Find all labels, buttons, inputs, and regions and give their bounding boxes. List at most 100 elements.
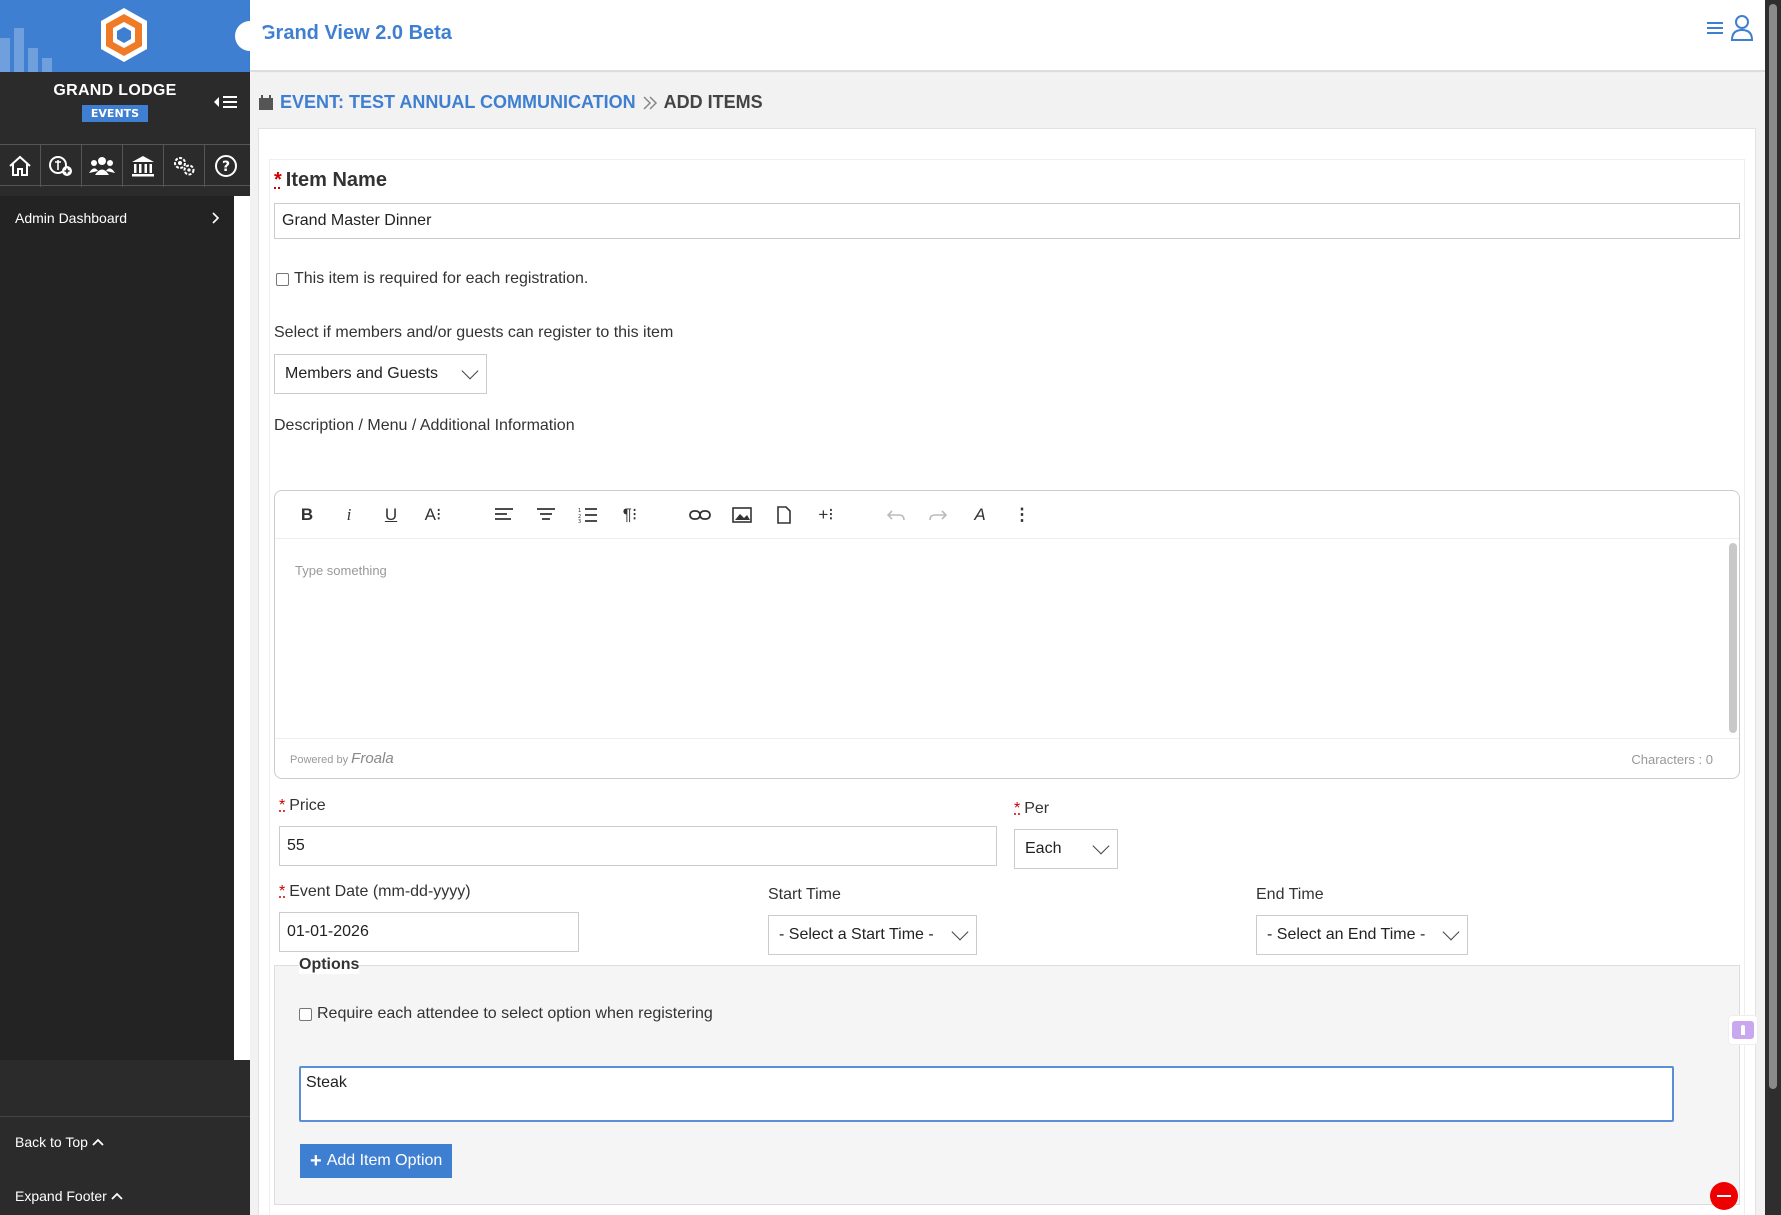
org-brand: GRAND LODGE EVENTS: [0, 72, 230, 144]
nav-help[interactable]: ?: [205, 145, 246, 187]
insert-more-icon[interactable]: +⁝: [814, 503, 838, 527]
nav-members[interactable]: [82, 145, 123, 187]
end-time-label: End Time: [1256, 886, 1324, 903]
audience-label: Select if members and/or guests can regi…: [274, 324, 674, 341]
bold-icon[interactable]: B: [295, 503, 319, 527]
svg-text:3: 3: [578, 519, 581, 523]
chevron-down-icon: [951, 923, 969, 941]
powered-by-text: Powered by: [290, 754, 349, 766]
plus-icon: +: [310, 1149, 322, 1172]
item-name-label-text: Item Name: [285, 169, 387, 191]
sidebar-footer: [0, 1116, 250, 1117]
required-marker: *: [274, 169, 282, 191]
start-time-select-value: - Select a Start Time -: [779, 926, 934, 943]
required-marker: *: [279, 797, 286, 814]
powered-by: Powered by Froala: [290, 750, 394, 767]
hamburger-menu-icon[interactable]: [1707, 21, 1723, 35]
item-name-input[interactable]: Grand Master Dinner: [274, 203, 1740, 239]
app-logo-icon[interactable]: [98, 6, 150, 64]
ordered-list-icon[interactable]: 123: [576, 503, 600, 527]
nav-add-plan[interactable]: [41, 145, 82, 187]
editor-footer: Powered by Froala Characters : 0: [275, 738, 1739, 778]
org-name: GRAND LODGE: [53, 82, 177, 99]
chevron-up-icon: [111, 1192, 123, 1200]
price-label: * Price: [279, 797, 326, 815]
text-format-icon[interactable]: A⁝: [421, 503, 445, 527]
expand-footer-link[interactable]: Expand Footer: [15, 1188, 123, 1204]
required-marker: *: [279, 883, 286, 900]
align-left-icon[interactable]: [492, 503, 516, 527]
event-date-label-text: Event Date (mm-dd-yyyy): [289, 883, 471, 900]
per-select[interactable]: Each: [1014, 829, 1118, 869]
add-item-form: * Item Name Grand Master Dinner This item…: [258, 128, 1756, 1215]
italic-icon[interactable]: i: [337, 503, 361, 527]
insert-image-icon[interactable]: [730, 503, 754, 527]
header-actions: [1707, 14, 1753, 42]
item-option-input[interactable]: Steak: [299, 1066, 1674, 1122]
home-icon: [9, 155, 31, 176]
app-title: Grand View 2.0 Beta: [260, 22, 452, 44]
event-date-input[interactable]: 01-01-2026: [279, 912, 579, 952]
editor-content-area[interactable]: Type something: [275, 539, 1739, 737]
add-item-option-label: Add Item Option: [326, 1152, 443, 1169]
audience-select[interactable]: Members and Guests: [274, 354, 487, 394]
collapse-menu-icon: [214, 96, 237, 108]
insert-link-icon[interactable]: [688, 503, 712, 527]
sidebar-item-label: Admin Dashboard: [15, 210, 128, 226]
breadcrumb: EVENT: TEST ANNUAL COMMUNICATION ADD ITE…: [258, 92, 763, 113]
chevron-up-icon: [92, 1138, 104, 1146]
main-content: EVENT: TEST ANNUAL COMMUNICATION ADD ITE…: [250, 74, 1765, 1215]
add-item-option-button[interactable]: + Add Item Option: [300, 1144, 453, 1178]
insert-file-icon[interactable]: [772, 503, 796, 527]
expand-footer-label: Expand Footer: [15, 1188, 107, 1204]
sidebar-toggle-knob[interactable]: [235, 21, 265, 51]
back-to-top-label: Back to Top: [15, 1134, 88, 1150]
floating-widget[interactable]: [1728, 1015, 1758, 1045]
required-marker: *: [1014, 800, 1021, 817]
paragraph-format-icon[interactable]: ¶⁝: [618, 503, 642, 527]
sidebar-item-admin-dashboard[interactable]: Admin Dashboard: [0, 196, 234, 240]
required-for-registration-checkbox[interactable]: [276, 273, 289, 286]
require-option-checkbox[interactable]: [299, 1008, 312, 1021]
rich-text-editor: B i U A⁝ 123 ¶⁝ +⁝ A ⋮ Type something Po…: [274, 490, 1740, 779]
back-to-top-link[interactable]: Back to Top: [15, 1134, 104, 1150]
spell-check-icon[interactable]: A: [968, 503, 992, 527]
per-select-value: Each: [1025, 840, 1062, 857]
lodge-building-icon: [132, 156, 154, 177]
per-label-text: Per: [1024, 800, 1050, 817]
page-scrollbar[interactable]: [1765, 0, 1781, 1215]
price-input[interactable]: 55: [279, 826, 997, 866]
end-time-select[interactable]: - Select an End Time -: [1256, 915, 1468, 955]
nav-home[interactable]: [0, 145, 41, 187]
redo-icon[interactable]: [926, 503, 950, 527]
user-profile-icon[interactable]: [1731, 14, 1753, 42]
end-time-select-value: - Select an End Time -: [1267, 926, 1426, 943]
align-center-icon[interactable]: [534, 503, 558, 527]
collapse-sidebar-button[interactable]: [213, 92, 243, 112]
item-name-label: * Item Name: [274, 169, 387, 192]
chevron-right-icon: [212, 212, 220, 224]
breadcrumb-current: ADD ITEMS: [663, 92, 763, 112]
page-scrollbar-thumb[interactable]: [1769, 4, 1777, 1089]
editor-placeholder: Type something: [295, 563, 387, 578]
undo-icon[interactable]: [884, 503, 908, 527]
sidebar-icon-nav: ?: [0, 144, 250, 187]
breadcrumb-event-link[interactable]: EVENT: TEST ANNUAL COMMUNICATION: [280, 92, 636, 113]
froala-logo[interactable]: Froala: [351, 750, 394, 767]
description-label: Description / Menu / Additional Informat…: [274, 417, 575, 434]
remove-item-button[interactable]: [1710, 1182, 1738, 1210]
more-options-icon[interactable]: ⋮: [1010, 503, 1034, 527]
double-chevron-right-icon: [643, 95, 657, 110]
nav-lodge[interactable]: [123, 145, 164, 187]
editor-scrollbar[interactable]: [1729, 543, 1737, 733]
options-fieldset: Options Require each attendee to select …: [274, 956, 1740, 1205]
event-date-label: * Event Date (mm-dd-yyyy): [279, 883, 471, 901]
nav-settings[interactable]: [164, 145, 205, 187]
hand-pointer-icon: [1732, 1021, 1754, 1039]
start-time-select[interactable]: - Select a Start Time -: [768, 915, 977, 955]
underline-icon[interactable]: U: [379, 503, 403, 527]
price-label-text: Price: [289, 797, 326, 814]
members-icon: [89, 157, 115, 175]
require-option-label: Require each attendee to select option w…: [317, 1005, 713, 1022]
sidebar-divider: [234, 196, 250, 1060]
